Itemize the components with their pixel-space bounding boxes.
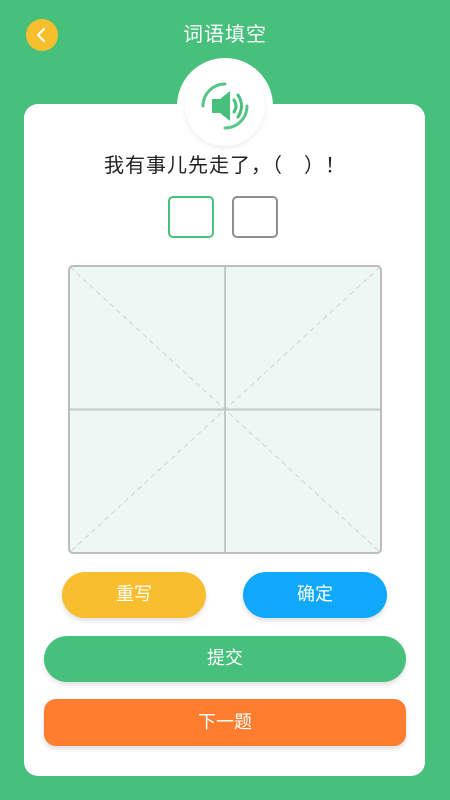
answer-slot-1[interactable] <box>168 196 214 238</box>
handwriting-pad[interactable] <box>68 265 382 554</box>
top-bar: 词语填空 <box>0 0 450 64</box>
rewrite-button[interactable]: 重写 <box>62 572 206 618</box>
page-title: 词语填空 <box>183 22 267 46</box>
answer-slot-2[interactable] <box>232 196 278 238</box>
question-text: 我有事儿先走了，（ ）！ <box>104 153 346 177</box>
writing-grid-lines <box>70 267 380 552</box>
speaker-icon <box>201 82 249 130</box>
submit-button[interactable]: 提交 <box>44 636 406 682</box>
speaker-button-inner <box>185 66 265 146</box>
play-audio-button[interactable] <box>177 58 273 154</box>
next-question-button[interactable]: 下一题 <box>44 699 406 746</box>
confirm-button[interactable]: 确定 <box>243 572 387 618</box>
